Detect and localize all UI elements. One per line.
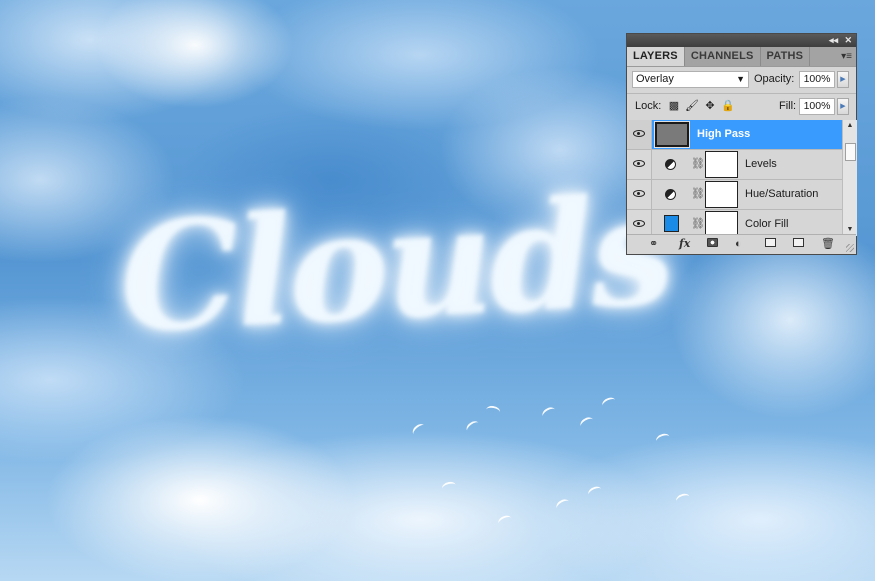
- new-layer-icon[interactable]: [793, 237, 804, 251]
- link-icon[interactable]: ⛓: [691, 187, 705, 200]
- layers-panel: ◂◂ ✕ LAYERS CHANNELS PATHS ▾≡ Overlay ▼ …: [626, 33, 857, 255]
- lock-fill-row: Lock: ▩ 🖌 ✥ 🔒 Fill: 100% ▶: [627, 94, 856, 121]
- tab-paths[interactable]: PATHS: [761, 47, 811, 66]
- blend-mode-value: Overlay: [636, 73, 674, 85]
- layer-mask-thumbnail[interactable]: [705, 211, 738, 236]
- layers-bottom-toolbar: ⚭ fx ◐ 🗑: [627, 234, 856, 254]
- layer-name: Levels: [745, 158, 777, 170]
- panel-titlebar[interactable]: ◂◂ ✕: [627, 34, 856, 47]
- visibility-toggle[interactable]: [627, 180, 652, 209]
- layer-thumbnail: [654, 121, 690, 148]
- tab-layers[interactable]: LAYERS: [627, 47, 685, 66]
- add-mask-icon[interactable]: [707, 237, 718, 251]
- link-icon[interactable]: ⛓: [691, 217, 705, 230]
- tab-channels[interactable]: CHANNELS: [685, 47, 761, 66]
- scrollbar-thumb[interactable]: [845, 143, 856, 161]
- layer-row-levels[interactable]: ⛓ Levels: [627, 150, 842, 180]
- blend-mode-select[interactable]: Overlay ▼: [632, 71, 749, 88]
- visibility-toggle[interactable]: [627, 210, 652, 236]
- chevron-down-icon: ▼: [736, 74, 745, 84]
- layer-list-scrollbar[interactable]: ▲ ▼: [842, 120, 857, 236]
- bird: [654, 431, 672, 447]
- opacity-label: Opacity:: [754, 73, 795, 85]
- panel-tabs: LAYERS CHANNELS PATHS ▾≡: [627, 47, 856, 67]
- eye-icon: [633, 130, 645, 137]
- eye-icon: [633, 190, 645, 197]
- layer-name: Hue/Saturation: [745, 188, 819, 200]
- layer-name: High Pass: [697, 128, 751, 140]
- eye-icon: [633, 160, 645, 167]
- layer-mask-thumbnail[interactable]: [705, 181, 738, 208]
- lock-label: Lock:: [635, 100, 662, 112]
- layer-row-color-fill[interactable]: ⛓ Color Fill: [627, 210, 842, 236]
- clouds-artwork-text: Clouds: [115, 162, 676, 368]
- bird: [600, 395, 618, 411]
- link-icon[interactable]: ⛓: [691, 157, 705, 170]
- panel-menu-icon[interactable]: ▾≡: [841, 47, 852, 66]
- bird: [674, 491, 692, 507]
- bird: [554, 497, 572, 513]
- bird: [586, 484, 604, 500]
- color-fill-swatch[interactable]: [664, 215, 679, 232]
- opacity-slider-button[interactable]: ▶: [837, 71, 849, 88]
- blend-opacity-row: Overlay ▼ Opacity: 100% ▶: [627, 67, 856, 94]
- layer-list: High Pass ⛓ Levels ⛓ Hue/Saturation ⛓ Co…: [627, 120, 842, 236]
- lock-image-pixels-icon[interactable]: 🖌: [685, 99, 699, 113]
- link-layers-icon[interactable]: ⚭: [649, 237, 658, 251]
- bird: [485, 404, 501, 418]
- resize-grip[interactable]: [846, 244, 854, 252]
- bird: [578, 415, 596, 431]
- new-adjustment-layer-icon[interactable]: ◐: [735, 237, 742, 251]
- adjustment-layer-icon: [665, 189, 676, 200]
- fx-icon[interactable]: fx: [679, 237, 690, 251]
- bird: [496, 513, 514, 529]
- visibility-toggle[interactable]: [627, 120, 652, 149]
- lock-transparent-pixels-icon[interactable]: ▩: [667, 99, 681, 113]
- lock-position-icon[interactable]: ✥: [703, 99, 717, 113]
- delete-layer-icon[interactable]: 🗑: [821, 237, 835, 251]
- fill-slider-button[interactable]: ▶: [837, 98, 849, 115]
- close-icon[interactable]: ✕: [844, 34, 852, 47]
- bird: [464, 418, 482, 436]
- adjustment-layer-icon: [665, 159, 676, 170]
- opacity-input[interactable]: 100%: [799, 71, 835, 88]
- layer-name: Color Fill: [745, 218, 789, 230]
- layer-row-high-pass[interactable]: High Pass: [627, 120, 842, 150]
- lock-all-icon[interactable]: 🔒: [721, 99, 735, 113]
- bird: [410, 421, 428, 439]
- bird: [540, 405, 558, 421]
- visibility-toggle[interactable]: [627, 150, 652, 179]
- layer-mask-thumbnail[interactable]: [705, 151, 738, 178]
- fill-label: Fill:: [779, 100, 797, 112]
- layer-row-hue-saturation[interactable]: ⛓ Hue/Saturation: [627, 180, 842, 210]
- collapse-panel-icon[interactable]: ◂◂: [829, 34, 838, 47]
- fill-input[interactable]: 100%: [799, 98, 835, 115]
- bird: [440, 480, 458, 494]
- eye-icon: [633, 220, 645, 227]
- new-group-icon[interactable]: [765, 237, 776, 251]
- scroll-up-icon[interactable]: ▲: [843, 120, 857, 132]
